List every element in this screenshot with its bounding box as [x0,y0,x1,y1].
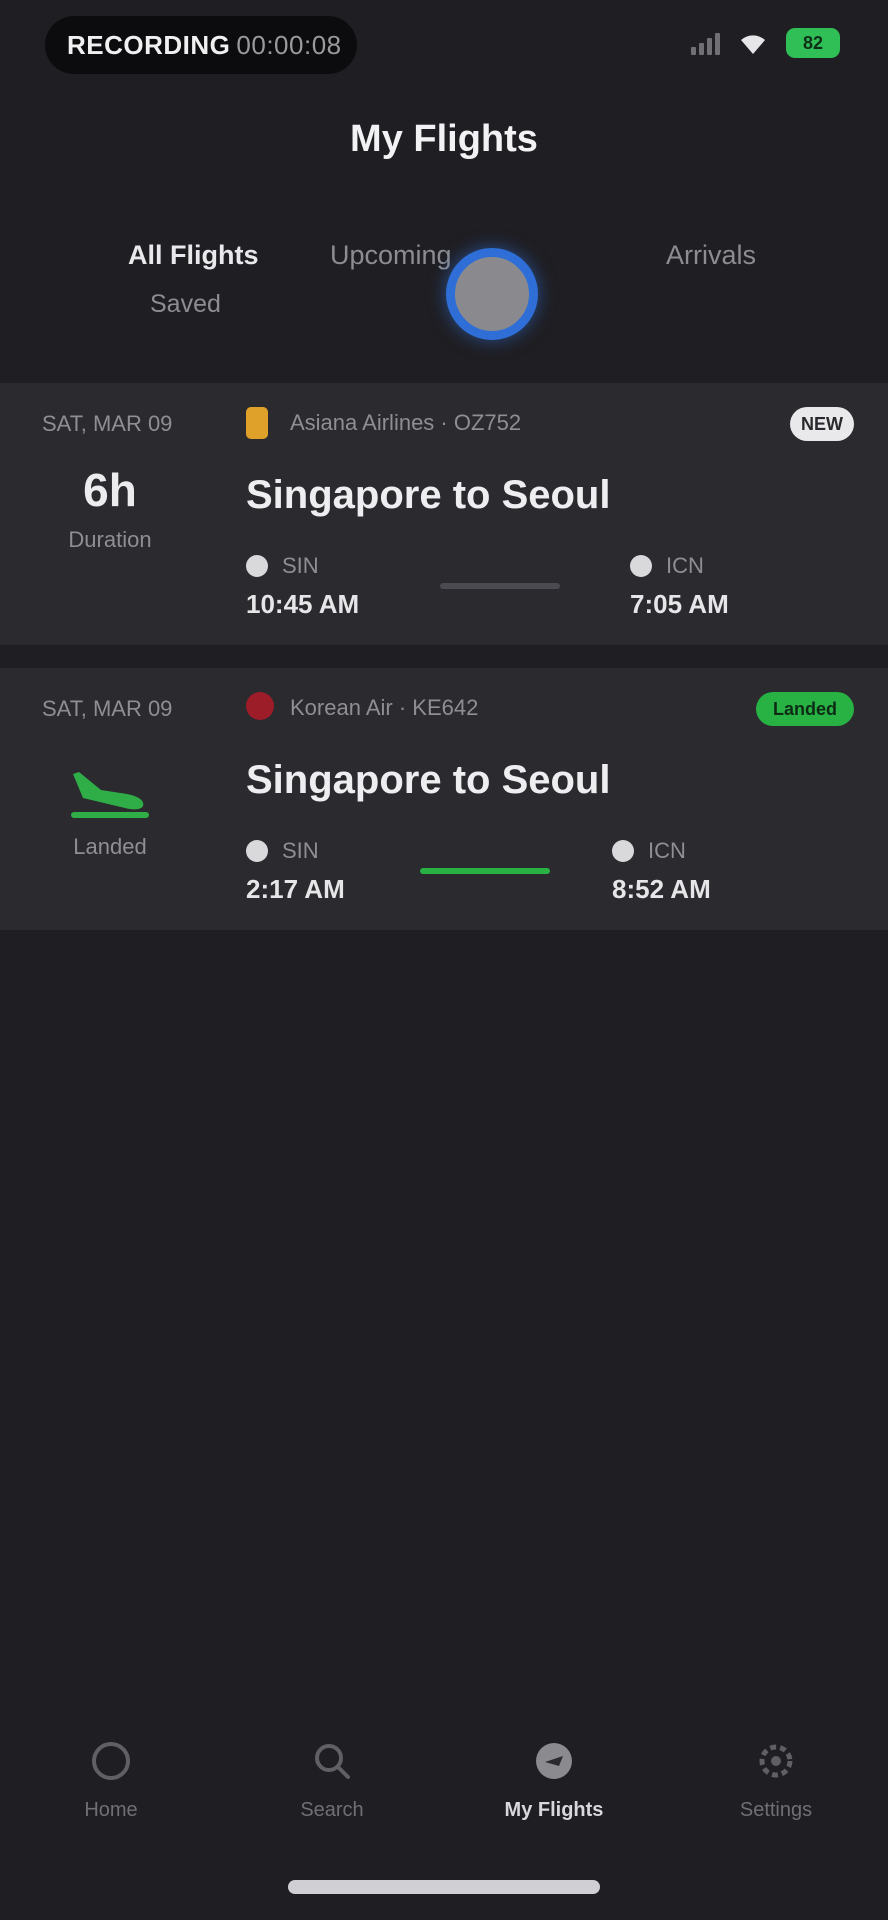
departure-block: SIN 2:17 AM [246,838,345,905]
plane-icon [536,1743,572,1779]
nav-search[interactable]: Search [252,1740,412,1822]
departure-block: SIN 10:45 AM [246,553,359,620]
departure-time: 2:17 AM [246,874,345,904]
departure-icon [246,555,268,577]
departure-code: SIN [282,838,319,863]
route-title: Singapore to Seoul [246,473,611,517]
nav-home-label: Home [84,1799,138,1821]
arrival-block: ICN 7:05 AM [630,553,729,620]
departure-time: 10:45 AM [246,589,360,619]
touch-indicator [446,248,538,340]
arrival-block: ICN 8:52 AM [612,838,711,905]
arrival-code: ICN [648,838,686,863]
recording-label: RECORDING [67,29,231,60]
flight-card[interactable]: SAT, MAR 09 Asiana Airlines · OZ752 NEW … [0,383,888,645]
airline-name: Korean Air · KE642 [290,695,479,720]
battery-indicator: 82 [786,28,840,58]
plane-landing-icon [71,772,149,818]
arrival-icon [612,840,634,862]
bottom-nav: Home Search My Flights Settings [0,1740,888,1850]
flight-card[interactable]: SAT, MAR 09 Korean Air · KE642 Landed La… [0,668,888,930]
nav-my-flights-label: My Flights [504,1799,604,1821]
duration-block: 6h Duration [40,463,180,553]
nav-settings[interactable]: Settings [696,1740,856,1822]
tab-upcoming[interactable]: Upcoming [330,240,452,271]
tab-arrivals[interactable]: Arrivals [666,240,756,271]
recording-indicator[interactable]: RECORDING 00:00:08 [45,16,357,74]
flight-date: SAT, MAR 09 [42,696,173,721]
home-icon [92,1742,130,1780]
status-badge: Landed [756,692,854,726]
departure-code: SIN [282,553,319,578]
arrival-time: 7:05 AM [630,589,729,619]
status-badge: NEW [790,407,854,441]
landed-block: Landed [40,748,180,860]
departure-icon [246,840,268,862]
tab-all-flights-sub: Saved [150,290,221,318]
status-icons: 82 [691,28,840,58]
airline-logo [246,692,274,720]
nav-home[interactable]: Home [31,1740,191,1822]
arrival-time: 8:52 AM [612,874,711,904]
landed-label: Landed [73,834,147,859]
duration-value: 6h [83,464,137,516]
airline-logo [246,407,268,439]
home-indicator[interactable] [288,1880,600,1894]
search-icon [315,1744,350,1779]
flight-progress-bar [420,868,550,874]
tab-all-flights[interactable]: All Flights [128,240,259,271]
status-bar: RECORDING 00:00:08 82 [0,0,888,100]
flight-date: SAT, MAR 09 [42,411,173,436]
arrival-icon [630,555,652,577]
nav-settings-label: Settings [739,1799,813,1821]
gear-icon [759,1744,793,1778]
recording-time: 00:00:08 [236,29,342,60]
flight-tabs: All Flights Saved Upcoming Arrivals [0,230,888,330]
flight-progress-track [440,583,560,589]
airline-name: Asiana Airlines · OZ752 [290,410,522,435]
wifi-icon [741,35,765,54]
duration-label: Duration [68,527,152,552]
route-title: Singapore to Seoul [246,758,611,802]
signal-icon [691,31,720,55]
nav-search-label: Search [300,1799,364,1821]
arrival-code: ICN [666,553,704,578]
nav-my-flights[interactable]: My Flights [474,1740,634,1822]
page-title: My Flights [350,118,538,160]
